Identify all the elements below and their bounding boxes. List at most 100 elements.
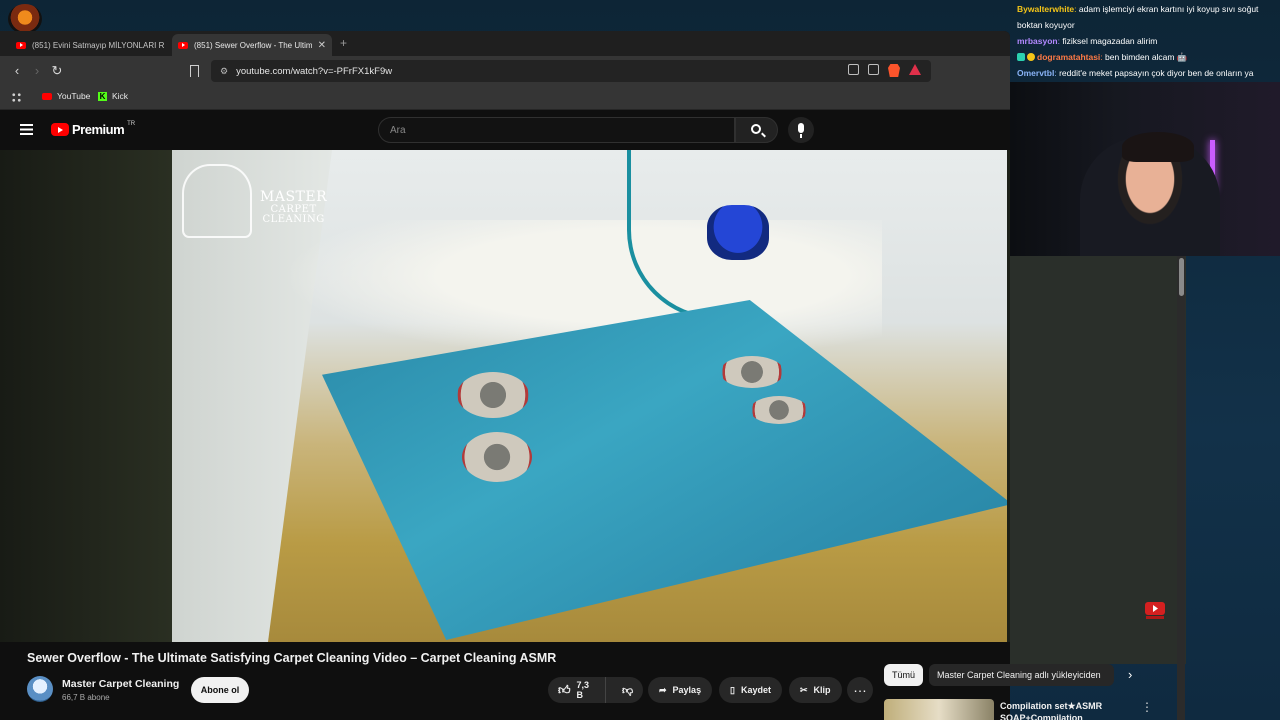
chat-text: ben bimden alcam 🤖 — [1105, 52, 1188, 62]
video-carpet-spot — [462, 432, 532, 482]
chat-text: boktan koyuyor — [1017, 20, 1075, 30]
video-scrubber-machine — [707, 205, 769, 260]
like-count: 7,3 B — [576, 680, 590, 700]
clip-button[interactable]: ✂ Klip — [789, 677, 842, 703]
video-player[interactable]: MASTER CARPET CLEANING — [0, 150, 1010, 642]
thumbs-down-icon: 👎︎ — [622, 684, 634, 697]
video-carpet-spot — [720, 356, 784, 388]
bookmark-kick[interactable]: K Kick — [98, 91, 128, 101]
reload-icon[interactable]: ↻ — [49, 63, 65, 79]
video-carpet-spot — [457, 372, 529, 418]
share-icon[interactable] — [868, 64, 879, 75]
bookmark-label: YouTube — [57, 91, 91, 101]
back-icon[interactable]: ‹ — [9, 63, 25, 79]
screen: (851) Evini Satmayıp MİLYONLARI RE (851)… — [0, 0, 1280, 720]
like-button[interactable]: 👍︎ 7,3 B — [548, 677, 607, 703]
subscribe-watermark-icon[interactable] — [1143, 602, 1167, 625]
tab-sewer-overflow[interactable]: (851) Sewer Overflow - The Ultim ✕ — [172, 34, 332, 56]
save-label: Kaydet — [740, 685, 771, 695]
subscriber-badge-icon — [1017, 53, 1025, 61]
share-label: Paylaş — [672, 685, 702, 695]
tab-evini-satmayip[interactable]: (851) Evini Satmayıp MİLYONLARI RE — [10, 34, 170, 56]
youtube-page: Premium TR Ara MASTER CARPET CLEANING — [0, 110, 1010, 720]
search-icon — [751, 124, 761, 134]
save-bookmark-icon: ▯ — [730, 684, 735, 695]
chip-all[interactable]: Tümü — [884, 664, 924, 686]
like-dislike-group: 👍︎ 7,3 B 👎︎ — [548, 677, 643, 703]
scrollbar-thumb[interactable] — [1179, 258, 1184, 296]
stream-chat: Bywalterwhite: adam işlemciyi ekran kart… — [1017, 1, 1280, 81]
brave-rewards-icon[interactable] — [909, 64, 921, 75]
youtube-favicon-icon — [16, 41, 26, 49]
video-carpet-spot — [750, 396, 808, 424]
watermark-line: MASTER — [260, 189, 328, 205]
clip-label: Klip — [813, 685, 831, 695]
share-arrow-icon: ➦ — [659, 684, 667, 695]
chat-username: dogramatahtasi — [1037, 52, 1101, 62]
chat-message: Bywalterwhite: adam işlemciyi ekran kart… — [1017, 4, 1259, 14]
address-bar[interactable]: ⚙ youtube.com/watch?v=-PFrFX1kF9w — [211, 60, 931, 82]
chat-message: Omervtbl: reddit'e meket papsayın çok di… — [1017, 68, 1254, 78]
search-button[interactable] — [735, 117, 778, 143]
chat-message: dogramatahtasi: ben bimden alcam 🤖 — [1017, 49, 1280, 65]
menu-icon[interactable] — [20, 124, 33, 135]
subscriber-count: 66,7 B abone — [62, 693, 110, 702]
url-text: youtube.com/watch?v=-PFrFX1kF9w — [236, 65, 393, 77]
youtube-logo-icon — [51, 123, 69, 136]
voice-search-button[interactable] — [788, 117, 814, 143]
recommendation-title[interactable]: Compilation set★ASMR SOAP+Compilation — [1000, 700, 1130, 720]
more-actions-button[interactable]: … — [847, 677, 873, 703]
brave-shields-icon[interactable] — [888, 64, 900, 77]
tab-bar: (851) Evini Satmayıp MİLYONLARI RE (851)… — [0, 31, 1010, 56]
search-input[interactable] — [379, 118, 734, 142]
player-letterbox — [0, 150, 172, 642]
youtube-favicon-icon — [178, 41, 188, 49]
bookmarks-bar: YouTube K Kick — [0, 86, 1010, 110]
chat-text: fiziksel magazadan alirim — [1062, 36, 1158, 46]
youtube-premium-logo[interactable]: Premium TR — [51, 120, 136, 137]
more-vert-icon[interactable]: ⋮ — [1141, 700, 1153, 714]
watermark-line: CLEANING — [262, 214, 325, 226]
chat-text: adam işlemciyi ekran kartını iyi koyup s… — [1078, 4, 1259, 14]
channel-watermark: MASTER CARPET CLEANING — [182, 160, 332, 240]
forward-icon[interactable]: › — [29, 63, 45, 79]
close-icon[interactable]: ✕ — [318, 40, 326, 51]
tab-title: (851) Evini Satmayıp MİLYONLARI RE — [32, 40, 164, 50]
tab-title: (851) Sewer Overflow - The Ultim — [194, 40, 312, 50]
gift-badge-icon — [1027, 53, 1035, 61]
cast-icon[interactable] — [848, 64, 859, 75]
chat-message: boktan koyuyor — [1017, 17, 1280, 33]
chip-from-uploader[interactable]: Master Carpet Cleaning adlı yükleyiciden — [929, 664, 1114, 686]
recommendation-thumbnail[interactable] — [884, 699, 994, 720]
chevron-right-icon[interactable]: › — [1128, 667, 1132, 682]
chat-text: reddit'e meket papsayın çok diyor ben de… — [1059, 68, 1254, 78]
dislike-button[interactable]: 👎︎ — [612, 677, 643, 703]
bookmark-icon[interactable] — [190, 65, 199, 77]
browser-toolbar: ‹ › ↻ ⚙ youtube.com/watch?v=-PFrFX1kF9w — [0, 56, 1010, 86]
save-button[interactable]: ▯ Kaydet — [719, 677, 782, 703]
browser-window: (851) Evini Satmayıp MİLYONLARI RE (851)… — [0, 31, 1010, 720]
chat-username: Omervtbl — [1017, 68, 1055, 78]
channel-avatar[interactable] — [27, 676, 53, 702]
channel-name[interactable]: Master Carpet Cleaning — [62, 678, 179, 690]
bookmark-youtube[interactable]: YouTube — [42, 91, 90, 101]
share-button[interactable]: ➦ Paylaş — [648, 677, 713, 703]
cleaner-figure-icon — [182, 164, 252, 238]
logo-text: Premium — [72, 122, 125, 137]
thumbs-up-icon: 👍︎ — [558, 682, 571, 697]
watermark-text: MASTER CARPET CLEANING — [260, 190, 327, 226]
region-code: TR — [127, 120, 136, 127]
subscribe-button[interactable]: Abone ol — [191, 677, 249, 703]
site-settings-icon[interactable]: ⚙ — [220, 66, 228, 77]
youtube-masthead: Premium TR — [0, 110, 1010, 150]
search-box — [378, 117, 735, 143]
new-tab-icon[interactable]: + — [340, 36, 347, 50]
chat-username: Bywalterwhite — [1017, 4, 1075, 14]
apps-grid-icon[interactable] — [11, 92, 22, 103]
video-frame[interactable]: MASTER CARPET CLEANING — [172, 150, 1007, 642]
chat-message: mrbasyon: fiziksel magazadan alirim — [1017, 36, 1158, 46]
kick-logo-icon: K — [98, 91, 107, 101]
scissors-icon: ✂ — [800, 684, 808, 695]
page-scrollbar[interactable] — [1177, 256, 1185, 720]
youtube-favicon-icon — [42, 92, 52, 100]
